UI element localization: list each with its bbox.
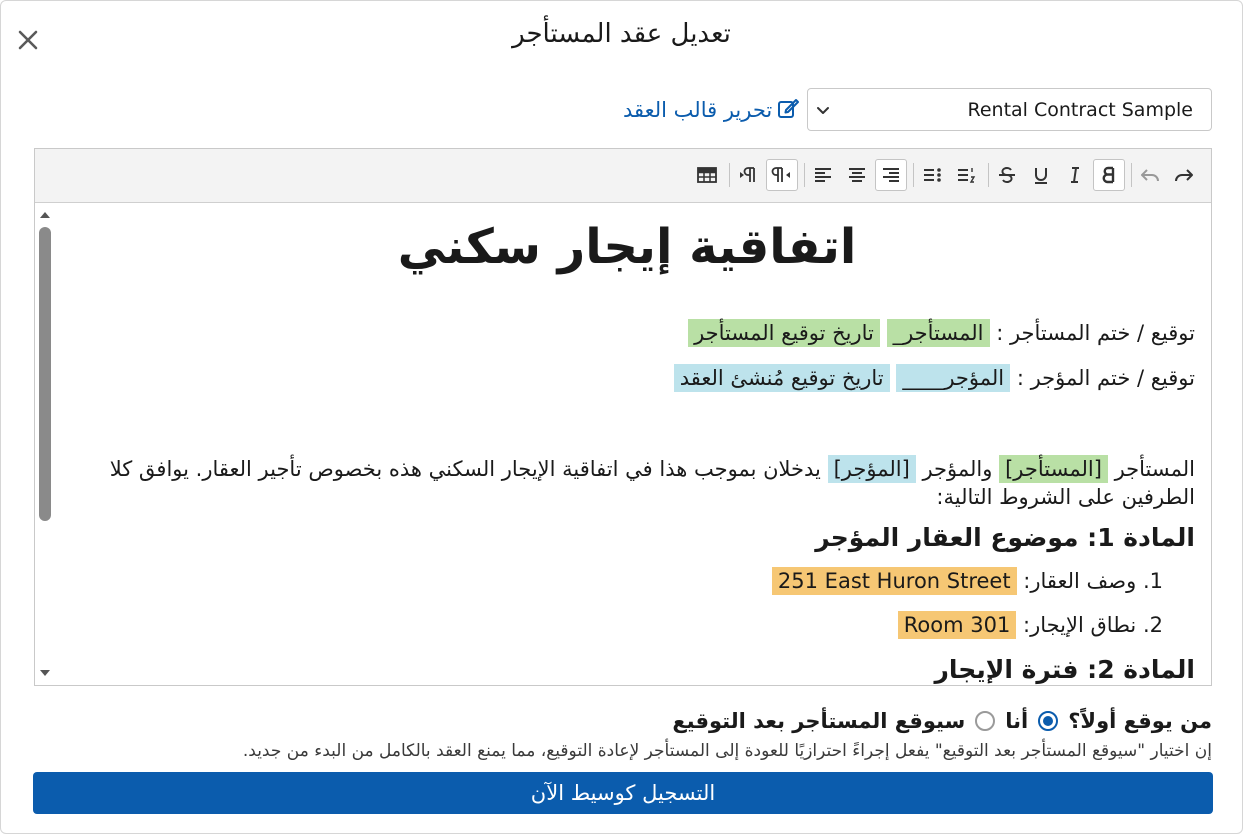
- document-title: اتفاقية إيجار سكني: [397, 219, 857, 275]
- table-icon[interactable]: [691, 159, 723, 191]
- room-field[interactable]: Room 301: [897, 611, 1017, 639]
- rental-scope-item: 2. نطاق الإيجار: Room 301: [59, 611, 1195, 639]
- landlord-name-field[interactable]: المؤجر____: [896, 364, 1011, 392]
- editor-scrollbar[interactable]: [35, 203, 55, 685]
- register-as-broker-button[interactable]: التسجيل كوسيط الآن: [33, 772, 1213, 814]
- underline-icon[interactable]: [1025, 159, 1057, 191]
- align-right-icon[interactable]: [875, 159, 907, 191]
- article1-heading: المادة 1: موضوع العقار المؤجر: [815, 523, 1195, 552]
- edit-template-label: تحرير قالب العقد: [623, 98, 773, 122]
- edit-contract-dialog: تعديل عقد المستأجر تحرير قالب العقد Rent…: [0, 0, 1243, 834]
- contract-editor[interactable]: اتفاقية إيجار سكني توقيع / ختم المستأجر …: [34, 148, 1212, 686]
- tenant-sign-label: توقيع / ختم المستأجر :: [996, 321, 1195, 345]
- align-left-icon[interactable]: [807, 159, 839, 191]
- property-description-label: 1. وصف العقار:: [1023, 569, 1163, 593]
- who-signs-question: من يوقع أولاً؟: [1068, 709, 1212, 733]
- rental-scope-label: 2. نطاق الإيجار:: [1023, 613, 1163, 637]
- article2-heading: المادة 2: فترة الإيجار: [934, 655, 1195, 684]
- editor-content[interactable]: اتفاقية إيجار سكني توقيع / ختم المستأجر …: [59, 203, 1195, 685]
- numbered-list-icon[interactable]: [950, 159, 982, 191]
- scroll-up-icon[interactable]: [39, 209, 51, 221]
- radio-tenant-after-label[interactable]: سيوقع المستأجر بعد التوقيع: [672, 709, 965, 733]
- template-select[interactable]: Rental Contract Sample: [807, 88, 1212, 131]
- radio-me-label[interactable]: أنا: [1005, 709, 1028, 733]
- property-address-field[interactable]: 251 East Huron Street: [771, 567, 1017, 595]
- who-signs-first: من يوقع أولاً؟ أنا سيوقع المستأجر بعد ال…: [672, 709, 1212, 733]
- signing-help-text: إن اختيار "سيوقع المستأجر بعد التوقيع" ي…: [242, 741, 1212, 761]
- editor-toolbar: [35, 149, 1211, 203]
- redo-icon[interactable]: [1168, 159, 1200, 191]
- radio-me[interactable]: [1038, 711, 1059, 731]
- dialog-title: تعديل عقد المستأجر: [512, 19, 731, 49]
- scroll-thumb[interactable]: [39, 227, 51, 521]
- edit-template-link[interactable]: تحرير قالب العقد: [623, 95, 800, 125]
- tenant-tag[interactable]: [المستأجر]: [999, 455, 1108, 483]
- tenant-name-field[interactable]: المستأجر_: [886, 319, 990, 347]
- bold-icon[interactable]: [1093, 159, 1125, 191]
- italic-icon[interactable]: [1059, 159, 1091, 191]
- landlord-sign-label: توقيع / ختم المؤجر :: [1016, 366, 1195, 390]
- landlord-sign-line: توقيع / ختم المؤجر : المؤجر____ تاريخ تو…: [59, 364, 1195, 392]
- ltr-icon[interactable]: [732, 159, 764, 191]
- undo-icon[interactable]: [1134, 159, 1166, 191]
- rtl-icon[interactable]: [766, 159, 798, 191]
- scroll-down-icon[interactable]: [39, 667, 51, 679]
- radio-tenant-after[interactable]: [975, 711, 996, 731]
- intro-text-2: والمؤجر: [922, 457, 993, 481]
- tenant-sign-line: توقيع / ختم المستأجر : المستأجر_ تاريخ ت…: [59, 319, 1195, 347]
- template-select-value: Rental Contract Sample: [967, 99, 1193, 121]
- property-description-item: 1. وصف العقار: 251 East Huron Street: [59, 567, 1195, 595]
- intro-paragraph: المستأجر [المستأجر] والمؤجر [المؤجر] يدخ…: [59, 455, 1195, 511]
- intro-text-1: المستأجر: [1114, 457, 1195, 481]
- tenant-date-field[interactable]: تاريخ توقيع المستأجر: [688, 319, 880, 347]
- landlord-date-field[interactable]: تاريخ توقيع مُنشئ العقد: [673, 364, 890, 392]
- chevron-down-icon: [812, 99, 834, 121]
- strikethrough-icon[interactable]: [991, 159, 1023, 191]
- bullet-list-icon[interactable]: [916, 159, 948, 191]
- edit-icon: [776, 96, 800, 125]
- align-center-icon[interactable]: [841, 159, 873, 191]
- landlord-tag[interactable]: [المؤجر]: [827, 455, 916, 483]
